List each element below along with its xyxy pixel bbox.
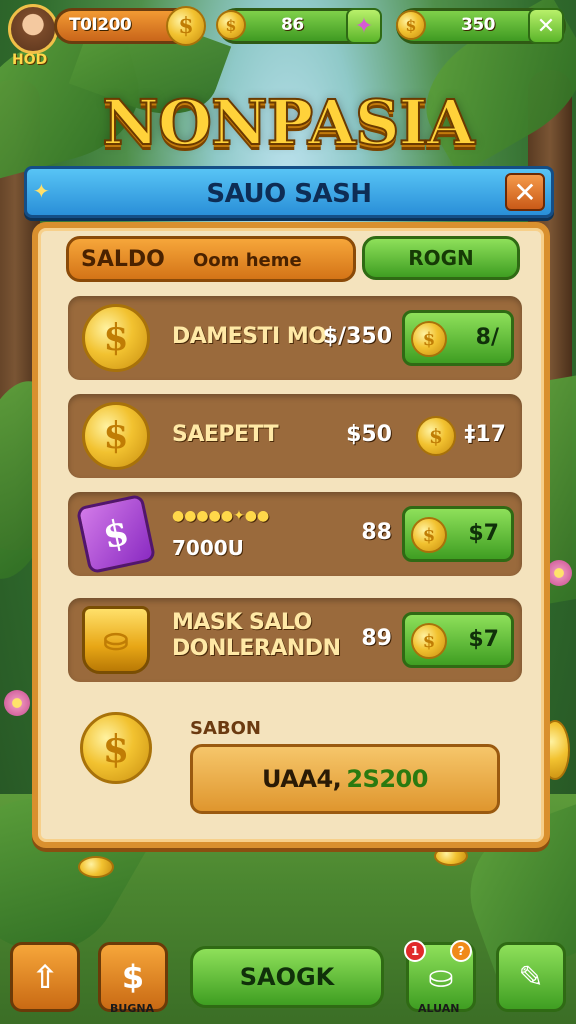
add-energy-button[interactable]: ✕	[528, 8, 564, 44]
main-action-button[interactable]: SAOGK	[190, 946, 384, 1008]
buy-button[interactable]: $ $7	[402, 612, 514, 668]
coin-icon: $	[411, 517, 447, 553]
edit-button[interactable]: ✎	[496, 942, 566, 1012]
balance-field: UAA4, 2S200	[190, 744, 500, 814]
shop-item: $ SAEPETT $50 $ ‡17	[68, 394, 522, 478]
player-avatar[interactable]	[8, 4, 58, 54]
notification-badge: 1	[404, 940, 426, 962]
balance-value: 2S200	[346, 765, 428, 793]
shop-header: ✦ SAUO SASH ✕	[24, 166, 554, 218]
item-price: $50	[346, 422, 392, 447]
shop-title: SAUO SASH	[206, 179, 372, 209]
close-button[interactable]: ✕	[505, 173, 545, 211]
gem-icon: $	[75, 493, 157, 575]
energy-coin-icon: $	[396, 10, 426, 40]
item-name: MASK SALO DONLERANDN	[172, 610, 341, 662]
coin-decor	[78, 856, 114, 878]
tab-saldo-sub: Oom heme	[193, 250, 302, 271]
game-title: NONPASIA	[101, 85, 475, 160]
inventory-caption: ALUAN	[418, 1002, 460, 1015]
tab-saldo[interactable]: SALDO Oom heme	[66, 236, 356, 282]
item-name: SAEPETT	[172, 422, 279, 447]
item-price: 89	[361, 626, 392, 651]
gems-value: 86	[281, 15, 304, 35]
coin-decor	[434, 846, 468, 866]
item-name: 7000U	[172, 536, 244, 560]
coin-icon: $	[411, 623, 447, 659]
item-price: $/350	[322, 324, 392, 349]
bucket-icon: ⛀	[82, 606, 150, 674]
buy-label: $7	[468, 521, 499, 546]
home-button[interactable]: ⇧	[10, 942, 80, 1012]
buy-label: 8/	[475, 325, 499, 350]
item-name: DAMESTI MO	[172, 324, 327, 349]
gold-value: T0I200	[69, 15, 132, 35]
shop-item: ⛀ MASK SALO DONLERANDN 89 $ $7	[68, 598, 522, 682]
main-action-label: SAOGK	[239, 963, 335, 991]
shop-item: $ DAMESTI MO $/350 $ 8/	[68, 296, 522, 380]
tab-rogn[interactable]: ROGN	[362, 236, 520, 280]
balance-prefix: UAA4,	[262, 765, 342, 793]
coin-icon: $	[416, 416, 456, 456]
tab-rogn-label: ROGN	[408, 246, 474, 270]
buy-button[interactable]: $ 8/	[402, 310, 514, 366]
shop-item: $ ●●●●●✦●● 7000U 88 $ $7	[68, 492, 522, 576]
gold-coin-icon: $	[166, 6, 206, 46]
player-tag: HOD	[12, 52, 48, 68]
coin-stack-icon: $	[411, 321, 447, 357]
bag-caption: BUGNA	[110, 1002, 155, 1015]
buy-button[interactable]: $ ‡17	[402, 408, 514, 464]
coin-icon: $	[82, 304, 150, 372]
balance-label: SABON	[190, 718, 261, 739]
buy-button[interactable]: $ $7	[402, 506, 514, 562]
flower-decor	[4, 690, 30, 716]
balance-coin-icon: $	[80, 712, 152, 784]
gem-coin-icon: $	[216, 10, 246, 40]
buy-label: ‡17	[464, 422, 506, 447]
energy-value: 350	[461, 15, 496, 35]
coin-pile-icon: ●●●●●✦●●	[172, 508, 270, 524]
tab-saldo-label: SALDO	[81, 247, 165, 272]
alert-badge: ?	[450, 940, 472, 962]
item-price: 88	[361, 520, 392, 545]
coin-icon: $	[82, 402, 150, 470]
item-name-line2: DONLERANDN	[172, 636, 341, 661]
add-gems-button[interactable]: ✦	[346, 8, 382, 44]
item-name-line1: MASK SALO	[172, 610, 312, 635]
shop-panel: SALDO Oom heme ROGN $ DAMESTI MO $/350 $…	[32, 222, 550, 848]
buy-label: $7	[468, 627, 499, 652]
